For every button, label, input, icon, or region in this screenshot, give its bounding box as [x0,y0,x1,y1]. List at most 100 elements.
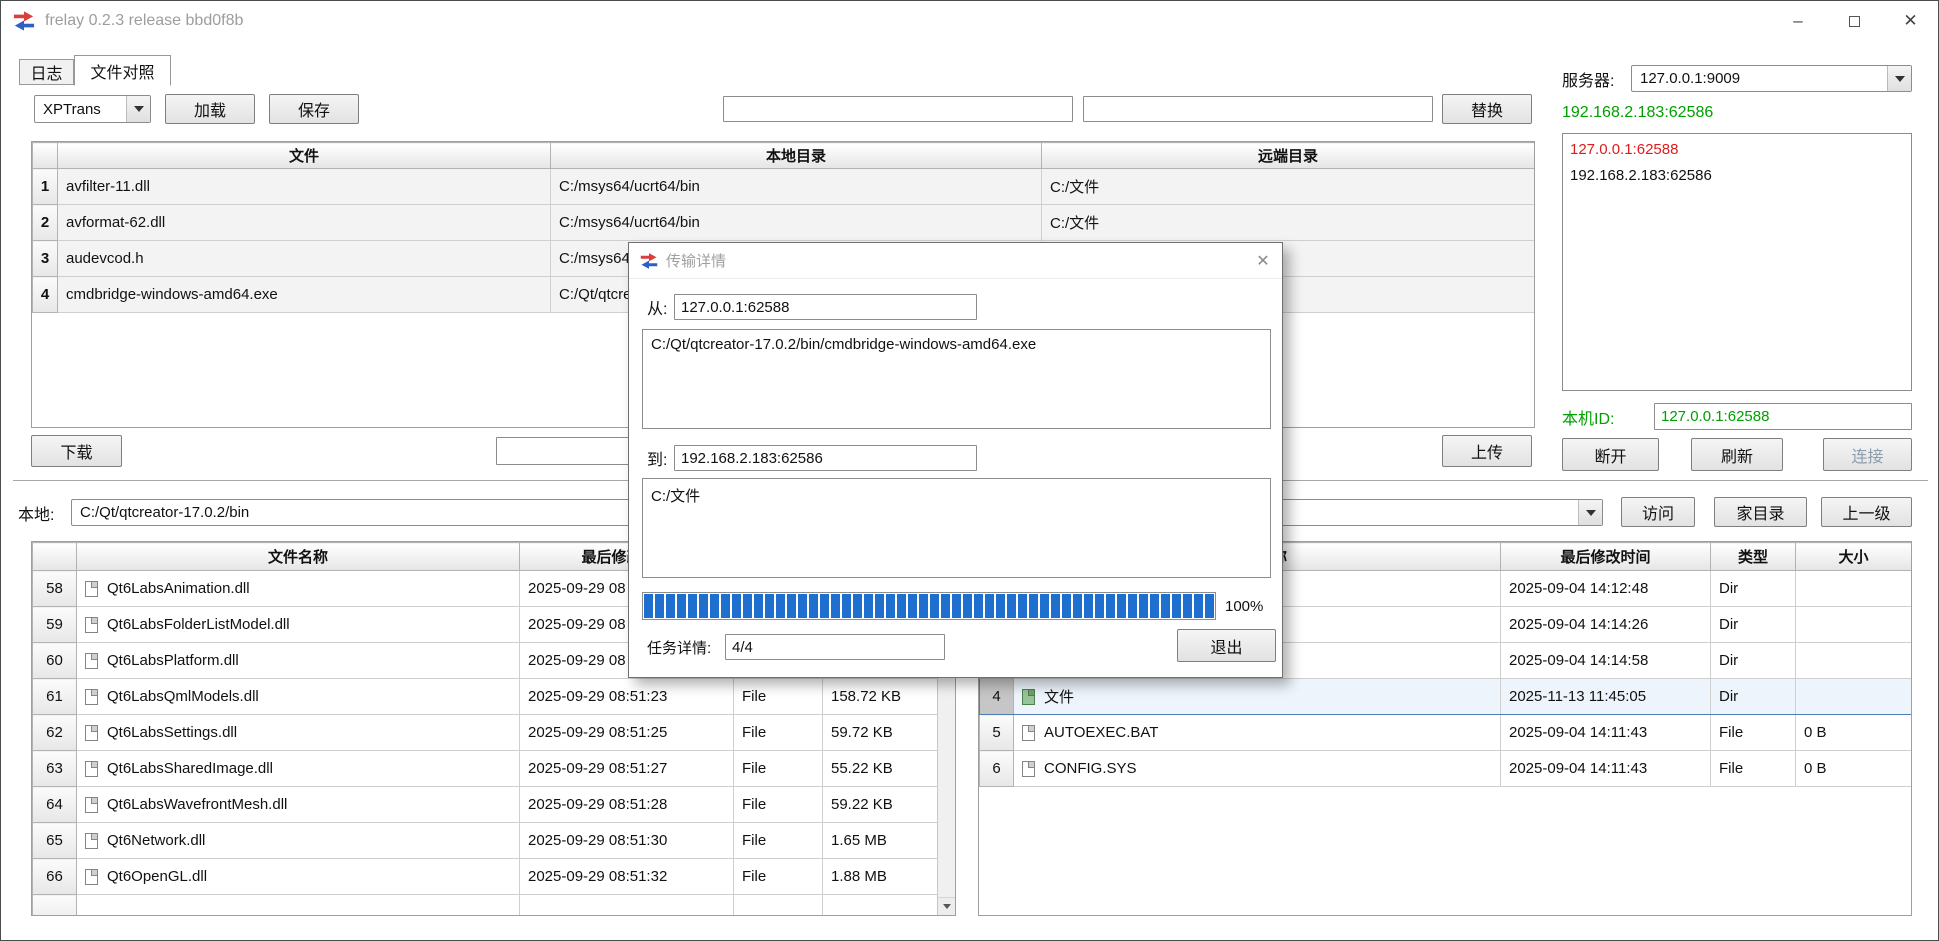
file-icon [85,617,98,633]
file-row[interactable]: 61 Qt6LabsQmlModels.dll 2025-09-29 08:51… [33,679,938,715]
file-name-cell: CONFIG.SYS [1014,751,1501,787]
up-level-button[interactable]: 上一级 [1821,497,1912,527]
minimize-button[interactable]: – [1770,1,1826,41]
from-label: 从: [647,294,667,320]
local-id-input[interactable] [1654,403,1912,430]
file-row-selected[interactable]: 4 文件 2025-11-13 11:45:05 Dir [980,679,1912,715]
server-select[interactable]: 127.0.0.1:9009 [1631,65,1912,92]
file-type: File [734,715,823,751]
from-input[interactable] [674,294,977,320]
file-row[interactable]: 66 Qt6OpenGL.dll 2025-09-29 08:51:32 Fil… [33,859,938,895]
row-number: 3 [33,241,58,277]
load-button[interactable]: 加载 [165,94,255,124]
file-row[interactable]: 65 Qt6Network.dll 2025-09-29 08:51:30 Fi… [33,823,938,859]
file-name: Qt6LabsSharedImage.dll [107,760,273,777]
file-name: Qt6LabsWavefrontMesh.dll [107,796,287,813]
col-header-size[interactable]: 大小 [1796,543,1912,571]
mapping-local-dir: C:/msys64/ucrt64/bin [551,169,1042,205]
server-select-value: 127.0.0.1:9009 [1632,66,1887,91]
file-name: Qt6LabsPlatform.dll [107,652,239,669]
dest-path-box[interactable]: C:/文件 [642,478,1271,578]
file-mtime: 2025-09-04 14:11:43 [1501,751,1711,787]
chevron-down-icon [126,96,150,122]
file-row[interactable]: 64 Qt6LabsWavefrontMesh.dll 2025-09-29 0… [33,787,938,823]
file-row[interactable]: 5 AUTOEXEC.BAT 2025-09-04 14:11:43 File … [980,715,1912,751]
progress-percent-label: 100% [1225,592,1263,620]
local-id-label: 本机ID: [1562,403,1614,430]
refresh-button[interactable]: 刷新 [1691,438,1783,471]
tab-file-compare[interactable]: 文件对照 [74,55,171,86]
home-dir-button[interactable]: 家目录 [1714,497,1807,527]
file-name: 文件 [1044,686,1074,707]
task-detail-input[interactable] [725,634,945,660]
client-list-item[interactable]: 192.168.2.183:62586 [1563,163,1911,189]
disconnect-button[interactable]: 断开 [1562,438,1659,471]
mapping-file: audevcod.h [58,241,551,277]
file-row[interactable]: 63 Qt6LabsSharedImage.dll 2025-09-29 08:… [33,751,938,787]
profile-select[interactable]: XPTrans [34,95,151,123]
mapping-row[interactable]: 1 avfilter-11.dll C:/msys64/ucrt64/bin C… [33,169,1535,205]
file-row[interactable]: 62 Qt6LabsSettings.dll 2025-09-29 08:51:… [33,715,938,751]
file-name: AUTOEXEC.BAT [1044,724,1158,741]
upload-button[interactable]: 上传 [1442,435,1532,467]
mapping-row[interactable]: 2 avformat-62.dll C:/msys64/ucrt64/bin C… [33,205,1535,241]
file-mtime: 2025-09-29 08:51:25 [520,715,734,751]
save-button[interactable]: 保存 [269,94,359,124]
exit-button[interactable]: 退出 [1177,629,1276,662]
file-type: File [1711,715,1796,751]
file-size [1796,679,1912,715]
file-type: File [734,787,823,823]
row-number: 4 [980,679,1014,715]
connect-button[interactable]: 连接 [1823,438,1912,471]
dialog-close-button[interactable]: ✕ [1244,243,1282,279]
minimize-icon: – [1793,11,1802,31]
col-header-name[interactable]: 文件名称 [77,543,520,571]
maximize-button[interactable] [1826,1,1882,41]
row-number: 6 [980,751,1014,787]
file-size [1796,571,1912,607]
row-number: 58 [33,571,77,607]
file-type: File [1711,751,1796,787]
client-list: 127.0.0.1:62588 192.168.2.183:62586 [1562,133,1912,391]
scroll-down-button[interactable] [938,897,955,915]
file-mtime: 2025-09-29 08:51:32 [520,859,734,895]
file-name-cell: Qt6Network.dll [77,823,520,859]
col-header-file[interactable]: 文件 [58,143,551,169]
chevron-down-icon [1887,66,1911,91]
app-logo-icon [640,252,658,270]
mapping-file: cmdbridge-windows-amd64.exe [58,277,551,313]
folder-icon [1022,689,1035,705]
close-button[interactable]: ✕ [1882,1,1939,41]
col-header-local-dir[interactable]: 本地目录 [551,143,1042,169]
file-mtime: 2025-09-04 14:12:48 [1501,571,1711,607]
tab-log[interactable]: 日志 [19,59,74,85]
col-header-mtime[interactable]: 最后修改时间 [1501,543,1711,571]
file-mtime [520,895,734,917]
profile-select-value: XPTrans [35,96,126,122]
to-label: 到: [647,445,667,471]
source-path-box[interactable]: C:/Qt/qtcreator-17.0.2/bin/cmdbridge-win… [642,329,1271,429]
col-header-remote-dir[interactable]: 远端目录 [1042,143,1535,169]
file-name: CONFIG.SYS [1044,760,1137,777]
replace-button[interactable]: 替换 [1442,94,1532,124]
row-number: 59 [33,607,77,643]
title-bar: frelay 0.2.3 release bbd0f8b – ✕ [1,1,1938,41]
corner-header [33,143,58,169]
file-name-cell: Qt6LabsAnimation.dll [77,571,520,607]
client-list-item[interactable]: 127.0.0.1:62588 [1563,137,1911,163]
to-input[interactable] [674,445,977,471]
file-name-cell: Qt6LabsSharedImage.dll [77,751,520,787]
find-input[interactable] [723,96,1073,122]
file-row[interactable]: 6 CONFIG.SYS 2025-09-04 14:11:43 File 0 … [980,751,1912,787]
file-icon [85,581,98,597]
file-icon [85,833,98,849]
col-header-type[interactable]: 类型 [1711,543,1796,571]
replace-input[interactable] [1083,96,1433,122]
file-icon [85,689,98,705]
file-type: Dir [1711,571,1796,607]
visit-button[interactable]: 访问 [1621,497,1695,527]
download-button[interactable]: 下载 [31,435,122,467]
file-size: 59.72 KB [823,715,938,751]
file-name-cell: Qt6OpenGL.dll [77,859,520,895]
row-number: 61 [33,679,77,715]
